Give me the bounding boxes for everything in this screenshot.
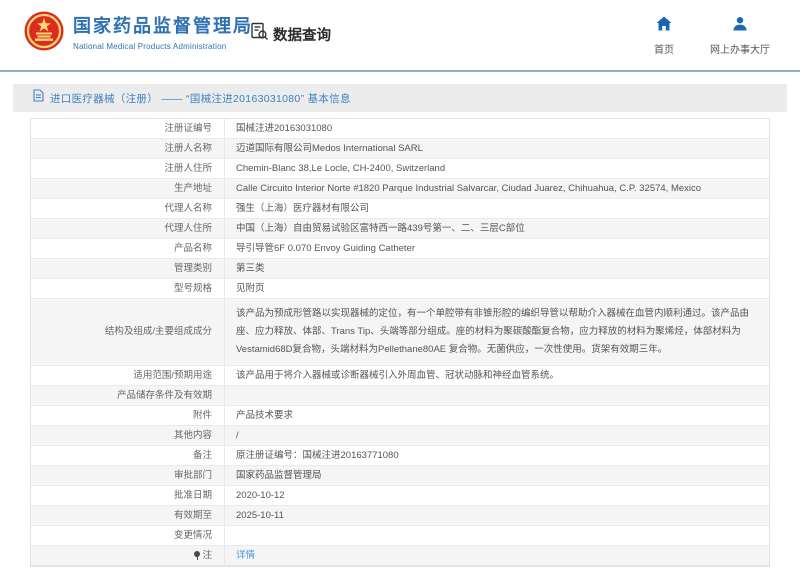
row-value: 第三类 [225, 259, 769, 278]
registration-detail-table: 注册证编号 国械注进20163031080 注册人名称 迈道国际有限公司Medo… [30, 118, 770, 567]
table-row-remarks: 备注 原注册证编号：国械注进20163771080 [31, 446, 769, 466]
row-value [225, 386, 769, 405]
header-nav: 首页 网上办事大厅 [654, 16, 770, 56]
breadcrumb-bar: 进口医疗器械（注册） —— “国械注进20163031080” 基本信息 [13, 84, 787, 112]
table-row-approval-date: 批准日期 2020-10-12 [31, 486, 769, 506]
row-label: 有效期至 [31, 506, 225, 525]
row-label: 代理人名称 [31, 199, 225, 218]
row-label: 其他内容 [31, 426, 225, 445]
nav-home-label: 首页 [654, 41, 674, 56]
row-value: 详情 [225, 546, 769, 565]
table-row-management-class: 管理类别 第三类 [31, 259, 769, 279]
row-value: 产品技术要求 [225, 406, 769, 425]
row-label: 生产地址 [31, 179, 225, 198]
person-icon [732, 16, 748, 36]
row-value: Calle Circuito Interior Norte #1820 Parq… [225, 179, 769, 198]
row-value: 迈道国际有限公司Medos International SARL [225, 139, 769, 158]
row-label: 附件 [31, 406, 225, 425]
breadcrumb: 进口医疗器械（注册） —— “国械注进20163031080” 基本信息 [50, 91, 351, 106]
table-row-model-spec: 型号规格 见附页 [31, 279, 769, 299]
row-value: Chemin-Blanc 38,Le Locle, CH-2400, Switz… [225, 159, 769, 178]
document-icon [33, 89, 44, 107]
row-label: 产品储存条件及有效期 [31, 386, 225, 405]
row-label: 结构及组成/主要组成成分 [31, 299, 225, 365]
table-row-storage-shelf-life: 产品储存条件及有效期 [31, 386, 769, 406]
table-row-production-address: 生产地址 Calle Circuito Interior Norte #1820… [31, 179, 769, 199]
row-label: 备注 [31, 446, 225, 465]
row-label: 审批部门 [31, 466, 225, 485]
table-row-approval-department: 审批部门 国家药品监督管理局 [31, 466, 769, 486]
data-query-section[interactable]: 数据查询 [250, 22, 331, 46]
row-label: 注册证编号 [31, 119, 225, 138]
table-row-registrant-address: 注册人住所 Chemin-Blanc 38,Le Locle, CH-2400,… [31, 159, 769, 179]
row-value: 见附页 [225, 279, 769, 298]
row-label: 批准日期 [31, 486, 225, 505]
row-value: 2020-10-12 [225, 486, 769, 505]
row-label: 型号规格 [31, 279, 225, 298]
page-header: 国家药品监督管理局 National Medical Products Admi… [0, 0, 800, 72]
table-row-intended-use: 适用范围/预期用途 该产品用于将介入器械或诊断器械引入外周血管、冠状动脉和神经血… [31, 366, 769, 386]
row-value [225, 526, 769, 545]
table-row-registrant-name: 注册人名称 迈道国际有限公司Medos International SARL [31, 139, 769, 159]
table-row-agent-address: 代理人住所 中国（上海）自由贸易试验区富特西一路439号第一、二、三层C部位 [31, 219, 769, 239]
row-label: 变更情况 [31, 526, 225, 545]
table-row-product-name: 产品名称 导引导管6F 0.070 Envoy Guiding Catheter [31, 239, 769, 259]
nav-home[interactable]: 首页 [654, 16, 674, 56]
row-label: 代理人住所 [31, 219, 225, 238]
site-brand: 国家药品监督管理局 National Medical Products Admi… [24, 11, 253, 51]
row-value: 国家药品监督管理局 [225, 466, 769, 485]
row-value: 2025-10-11 [225, 506, 769, 525]
nav-online-hall-label: 网上办事大厅 [710, 41, 770, 56]
table-row-attachment: 附件 产品技术要求 [31, 406, 769, 426]
site-title-en: National Medical Products Administration [73, 42, 253, 51]
table-row-registration-number: 注册证编号 国械注进20163031080 [31, 119, 769, 139]
details-link[interactable]: 详情 [236, 549, 255, 563]
row-label: 注册人住所 [31, 159, 225, 178]
row-value: 导引导管6F 0.070 Envoy Guiding Catheter [225, 239, 769, 258]
row-label: 产品名称 [31, 239, 225, 258]
row-value: 国械注进20163031080 [225, 119, 769, 138]
row-value: / [225, 426, 769, 445]
row-label: 注 [31, 546, 225, 565]
home-icon [656, 16, 672, 36]
row-value: 该产品为预成形管路以实现器械的定位，有一个单腔带有非锥形腔的编织导管以帮助介入器… [225, 299, 769, 365]
table-row-agent-name: 代理人名称 强生（上海）医疗器材有限公司 [31, 199, 769, 219]
table-row-note: 注 详情 [31, 546, 769, 566]
table-row-other-content: 其他内容 / [31, 426, 769, 446]
row-value: 该产品用于将介入器械或诊断器械引入外周血管、冠状动脉和神经血管系统。 [225, 366, 769, 385]
row-label: 注册人名称 [31, 139, 225, 158]
pin-icon [194, 551, 200, 560]
data-query-label: 数据查询 [273, 24, 331, 45]
row-value: 中国（上海）自由贸易试验区富特西一路439号第一、二、三层C部位 [225, 219, 769, 238]
table-row-change-status: 变更情况 [31, 526, 769, 546]
national-emblem-logo [24, 11, 64, 51]
row-label: 管理类别 [31, 259, 225, 278]
data-query-icon [250, 22, 269, 46]
row-label: 适用范围/预期用途 [31, 366, 225, 385]
row-value: 原注册证编号：国械注进20163771080 [225, 446, 769, 465]
row-value: 强生（上海）医疗器材有限公司 [225, 199, 769, 218]
table-row-valid-until: 有效期至 2025-10-11 [31, 506, 769, 526]
table-row-structure-composition: 结构及组成/主要组成成分 该产品为预成形管路以实现器械的定位，有一个单腔带有非锥… [31, 299, 769, 366]
nav-online-hall[interactable]: 网上办事大厅 [710, 16, 770, 56]
site-title-cn: 国家药品监督管理局 [73, 12, 253, 38]
